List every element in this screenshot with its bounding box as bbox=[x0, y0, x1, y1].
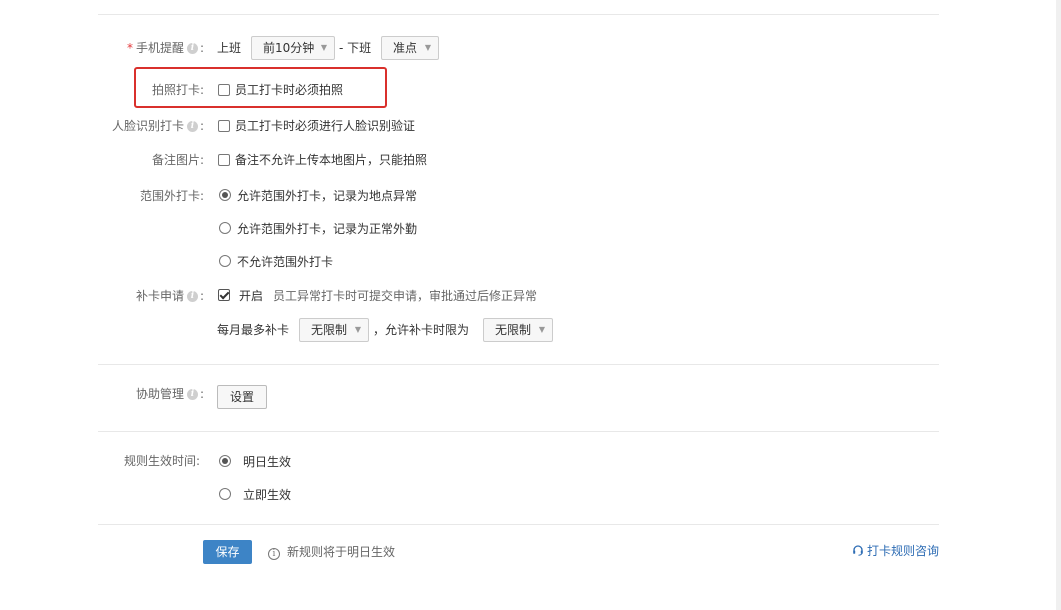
photo-checkin-label: 拍照打卡: bbox=[151, 83, 204, 97]
off-duty-reminder-select[interactable]: 准点 ▼ bbox=[381, 36, 439, 60]
headset-icon bbox=[852, 544, 864, 556]
out-of-range-radio-field-work[interactable] bbox=[219, 222, 231, 234]
out-of-range-radio-disallow[interactable] bbox=[219, 255, 231, 267]
makeup-monthly-label: 每月最多补卡 bbox=[217, 323, 290, 337]
makeup-request-label: 补卡申请 i: bbox=[135, 289, 204, 303]
makeup-description: 员工异常打卡时可提交申请，审批通过后修正异常 bbox=[273, 289, 538, 303]
info-icon[interactable]: i bbox=[186, 389, 198, 400]
face-recognition-label: 人脸识别打卡 i: bbox=[111, 119, 204, 133]
makeup-limit-select[interactable]: 无限制 ▼ bbox=[483, 318, 553, 342]
remark-image-checkbox[interactable] bbox=[218, 154, 230, 166]
assist-management-label: 协助管理 i: bbox=[135, 387, 204, 401]
info-circle-icon: i bbox=[268, 545, 280, 560]
makeup-enable-label: 开启 bbox=[239, 289, 264, 303]
effective-radio-immediate[interactable] bbox=[219, 488, 231, 500]
rule-effective-label: 规则生效时间: bbox=[123, 454, 200, 468]
face-recognition-checkbox[interactable] bbox=[218, 120, 230, 132]
remark-image-label: 备注图片: bbox=[151, 153, 204, 167]
photo-checkin-checkbox[interactable] bbox=[218, 84, 230, 96]
info-icon[interactable]: i bbox=[186, 43, 198, 54]
info-icon[interactable]: i bbox=[186, 291, 198, 302]
on-duty-label: 上班 bbox=[217, 41, 242, 55]
effective-option: 立即生效 bbox=[243, 488, 292, 502]
save-button[interactable]: 保存 bbox=[203, 540, 252, 564]
divider bbox=[98, 431, 939, 432]
assist-settings-button[interactable]: 设置 bbox=[217, 385, 267, 409]
makeup-limit-label: ，允许补卡时限为 bbox=[373, 323, 470, 337]
remark-image-option: 备注不允许上传本地图片，只能拍照 bbox=[235, 153, 428, 167]
off-duty-label: - 下班 bbox=[339, 41, 372, 55]
out-of-range-option: 不允许范围外打卡 bbox=[237, 255, 334, 269]
effective-option: 明日生效 bbox=[243, 455, 292, 469]
out-of-range-radio-location-abnormal[interactable] bbox=[219, 189, 231, 201]
required-asterisk: * bbox=[126, 41, 133, 55]
chevron-down-icon: ▼ bbox=[354, 325, 361, 334]
effective-radio-tomorrow[interactable] bbox=[219, 455, 231, 467]
on-duty-reminder-select[interactable]: 前10分钟 ▼ bbox=[251, 36, 335, 60]
makeup-enable-checkbox[interactable] bbox=[218, 289, 230, 301]
out-of-range-option: 允许范围外打卡，记录为地点异常 bbox=[237, 189, 418, 203]
chevron-down-icon: ▼ bbox=[320, 43, 327, 52]
phone-reminder-label: * 手机提醒 i: bbox=[126, 41, 204, 55]
info-icon[interactable]: i bbox=[186, 121, 198, 132]
out-of-range-option: 允许范围外打卡，记录为正常外勤 bbox=[237, 222, 418, 236]
divider bbox=[98, 364, 939, 365]
chevron-down-icon: ▼ bbox=[538, 325, 545, 334]
divider bbox=[98, 14, 939, 15]
face-recognition-option: 员工打卡时必须进行人脸识别验证 bbox=[235, 119, 416, 133]
out-of-range-label: 范围外打卡: bbox=[139, 189, 204, 203]
divider bbox=[98, 524, 939, 525]
photo-checkin-option: 员工打卡时必须拍照 bbox=[235, 83, 344, 97]
consult-link[interactable]: 打卡规则咨询 bbox=[867, 542, 939, 560]
effective-note: 新规则将于明日生效 bbox=[287, 545, 396, 559]
chevron-down-icon: ▼ bbox=[424, 43, 431, 52]
makeup-monthly-select[interactable]: 无限制 ▼ bbox=[299, 318, 369, 342]
vertical-scrollbar[interactable] bbox=[1056, 0, 1061, 610]
